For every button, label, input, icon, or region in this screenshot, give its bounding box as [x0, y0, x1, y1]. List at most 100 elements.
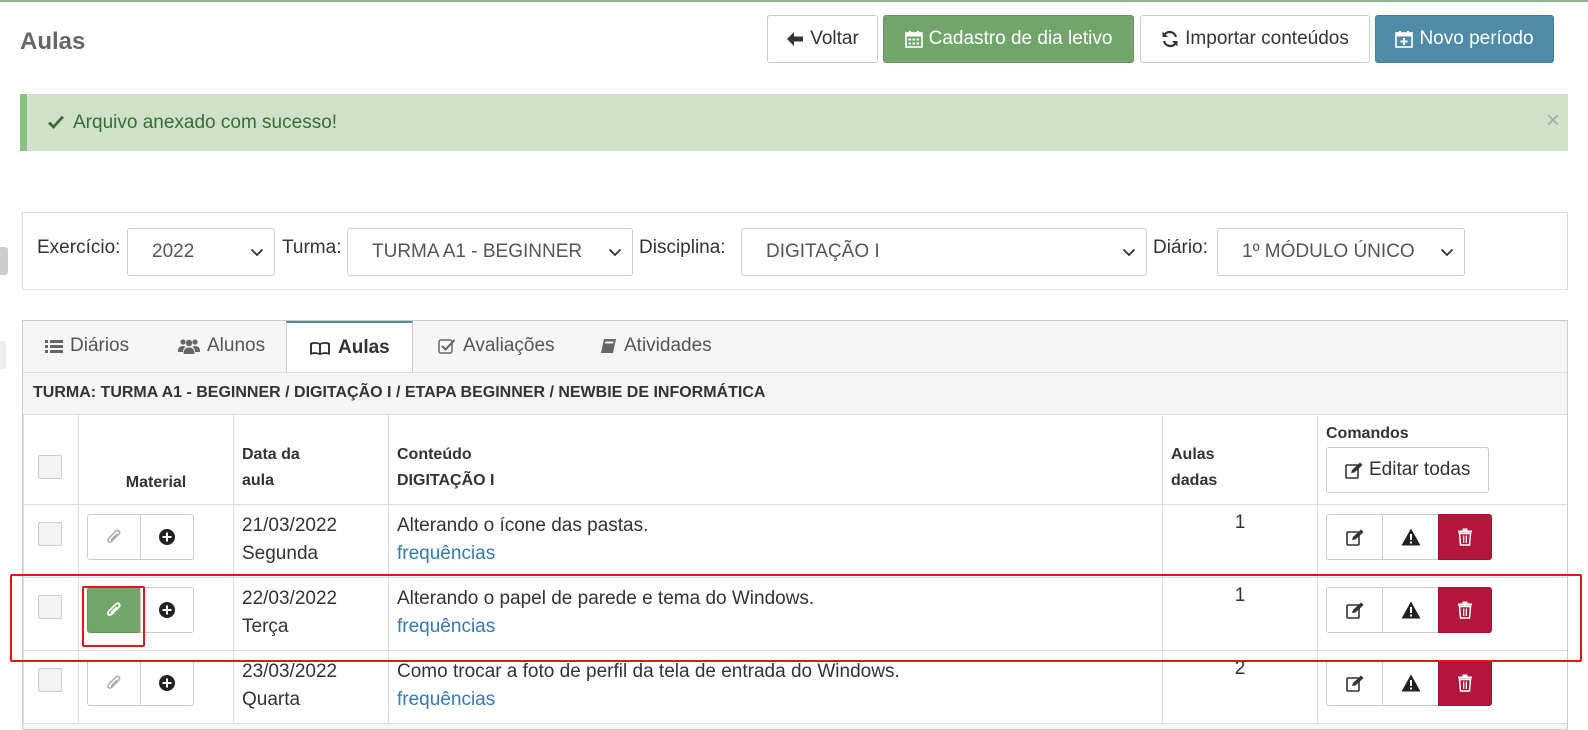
plus-circle-icon: [159, 529, 175, 545]
attendance-link[interactable]: frequências: [397, 540, 1154, 568]
lesson-weekday: Segunda: [242, 543, 319, 564]
edit-all-label: Editar todas: [1369, 459, 1471, 480]
trash-icon: [1458, 528, 1472, 546]
commands-header-label: Comandos: [1326, 425, 1409, 442]
plus-circle-icon: [159, 602, 175, 618]
lessons-panel: Diários Alunos Aulas Avaliações Atividad…: [22, 320, 1568, 730]
row-commands: [1326, 587, 1561, 633]
exercicio-value: 2022: [152, 241, 195, 262]
check-icon: [48, 115, 64, 129]
date-header: Data da aula: [233, 414, 389, 505]
material-buttons: [87, 587, 225, 633]
commands-cell: [1317, 577, 1567, 651]
tab-aulas[interactable]: Aulas: [286, 321, 413, 373]
commands-cell: [1317, 504, 1567, 578]
delete-button[interactable]: [1438, 514, 1492, 560]
tab-diarios[interactable]: Diários: [45, 321, 129, 371]
date-cell: 21/03/2022 Segunda: [233, 504, 389, 578]
new-period-button[interactable]: Novo período: [1375, 15, 1554, 63]
book-icon: [310, 342, 330, 355]
success-alert: Arquivo anexado com sucesso! ×: [20, 94, 1568, 151]
edit-button[interactable]: [1326, 514, 1383, 560]
row-checkbox[interactable]: [38, 522, 62, 546]
filter-bar: Exercício: 2022 Turma: TURMA A1 - BEGINN…: [22, 212, 1568, 290]
tab-label: Avaliações: [463, 335, 555, 356]
chevron-down-icon: [608, 248, 622, 257]
material-header: Material: [78, 414, 234, 505]
school-day-button[interactable]: Cadastro de dia letivo: [883, 15, 1134, 63]
warning-button[interactable]: [1382, 587, 1439, 633]
delete-button[interactable]: [1438, 587, 1492, 633]
chevron-down-icon: [1440, 248, 1454, 257]
edit-all-button[interactable]: Editar todas: [1326, 447, 1490, 493]
count-header-line2: dadas: [1171, 472, 1218, 489]
paperclip-icon: [107, 675, 121, 689]
attach-button[interactable]: [87, 514, 141, 560]
back-button[interactable]: Voltar: [767, 15, 878, 63]
lesson-date: 23/03/2022: [242, 661, 338, 682]
calendar-plus-icon: [1395, 31, 1414, 48]
table-header-row: Material Data da aula Conteúdo DIGITAÇÃO…: [23, 414, 1567, 505]
warning-button[interactable]: [1382, 514, 1439, 560]
warning-icon: [1401, 601, 1420, 619]
lesson-content: Como trocar a foto de perfil da tela de …: [397, 661, 900, 682]
add-material-button[interactable]: [140, 587, 194, 633]
warning-button[interactable]: [1382, 660, 1439, 706]
class-breadcrumb: TURMA: TURMA A1 - BEGINNER / DIGITAÇÃO I…: [23, 372, 1567, 414]
lesson-count: 2: [1162, 650, 1318, 724]
row-checkbox[interactable]: [38, 595, 62, 619]
arrow-left-icon: [787, 32, 804, 46]
close-alert-icon[interactable]: ×: [1546, 109, 1560, 133]
lessons-table: Material Data da aula Conteúdo DIGITAÇÃO…: [23, 414, 1567, 724]
import-contents-button[interactable]: Importar conteúdos: [1140, 15, 1370, 63]
tab-label: Diários: [70, 335, 130, 356]
notebook-icon: [601, 339, 616, 353]
disciplina-select[interactable]: DIGITAÇÃO I: [741, 228, 1147, 276]
lesson-count: 1: [1162, 577, 1318, 651]
edit-button[interactable]: [1326, 660, 1383, 706]
new-period-button-label: Novo período: [1419, 28, 1534, 49]
top-border: [0, 0, 1588, 2]
table-row: 23/03/2022 Quarta Como trocar a foto de …: [23, 650, 1567, 724]
attach-button[interactable]: [87, 587, 141, 633]
tab-atividades[interactable]: Atividades: [600, 321, 712, 371]
date-header-line2: aula: [242, 472, 275, 489]
row-commands: [1326, 660, 1561, 706]
lesson-weekday: Terça: [242, 616, 289, 637]
content-cell: Alterando o papel de parede e tema do Wi…: [388, 577, 1163, 651]
row-commands: [1326, 514, 1561, 560]
commands-header: Comandos Editar todas: [1317, 414, 1567, 505]
tab-label: Atividades: [624, 335, 712, 356]
add-material-button[interactable]: [140, 514, 194, 560]
date-cell: 22/03/2022 Terça: [233, 577, 389, 651]
edit-icon: [1345, 675, 1363, 692]
tab-avaliacoes[interactable]: Avaliações: [438, 321, 555, 371]
add-material-button[interactable]: [140, 660, 194, 706]
lesson-weekday: Quarta: [242, 689, 301, 710]
lesson-content: Alterando o papel de parede e tema do Wi…: [397, 588, 815, 609]
disciplina-label: Disciplina:: [639, 237, 726, 258]
edit-button[interactable]: [1326, 587, 1383, 633]
side-handle[interactable]: [0, 247, 8, 275]
attendance-link[interactable]: frequências: [397, 686, 1154, 714]
material-cell: [78, 504, 234, 578]
calendar-icon: [904, 31, 923, 48]
tab-bar: Diários Alunos Aulas Avaliações Atividad…: [23, 321, 1567, 373]
attach-button[interactable]: [87, 660, 141, 706]
diario-label: Diário:: [1153, 237, 1208, 258]
exercicio-label: Exercício:: [37, 237, 121, 258]
turma-select[interactable]: TURMA A1 - BEGINNER: [347, 228, 633, 276]
attendance-link[interactable]: frequências: [397, 613, 1154, 641]
exercicio-select[interactable]: 2022: [127, 228, 275, 276]
lesson-date: 21/03/2022: [242, 515, 338, 536]
page-title: Aulas: [20, 28, 86, 55]
diario-select[interactable]: 1º MÓDULO ÚNICO: [1217, 228, 1465, 276]
plus-circle-icon: [159, 675, 175, 691]
lesson-count: 1: [1162, 504, 1318, 578]
tab-alunos[interactable]: Alunos: [178, 321, 265, 371]
select-all-checkbox[interactable]: [38, 455, 62, 479]
material-buttons: [87, 514, 225, 560]
delete-button[interactable]: [1438, 660, 1492, 706]
check-square-icon: [438, 338, 456, 354]
row-checkbox[interactable]: [38, 668, 62, 692]
